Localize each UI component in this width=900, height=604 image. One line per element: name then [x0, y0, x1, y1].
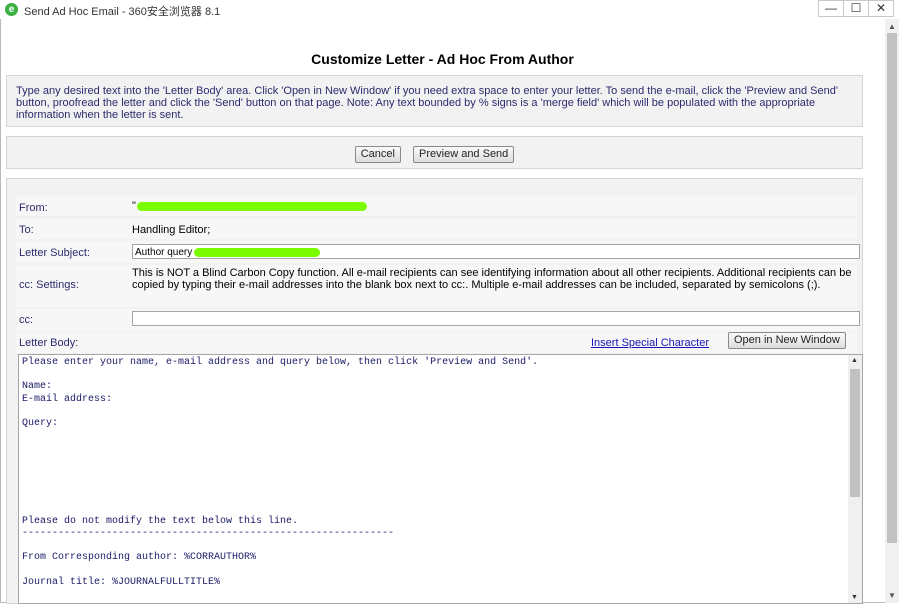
- cc-settings-text: This is NOT a Blind Carbon Copy function…: [132, 267, 852, 291]
- textarea-scroll-up-icon[interactable]: ▲: [851, 357, 858, 364]
- preview-and-send-button[interactable]: Preview and Send: [413, 146, 515, 163]
- from-label: From:: [19, 202, 48, 214]
- cc-settings-label: cc: Settings:: [19, 279, 79, 291]
- window-title: Send Ad Hoc Email - 360安全浏览器 8.1: [24, 6, 221, 18]
- letter-body-row: Letter Body: Insert Special Character Op…: [16, 332, 857, 353]
- instructions-text: Type any desired text into the 'Letter B…: [16, 85, 838, 121]
- minimize-button[interactable]: —: [818, 0, 844, 17]
- action-button-bar: Cancel Preview and Send: [6, 136, 863, 169]
- instructions-panel: Type any desired text into the 'Letter B…: [6, 75, 863, 127]
- subject-input-value: Author query: [135, 247, 193, 258]
- close-button[interactable]: ✕: [868, 0, 894, 17]
- cc-label: cc:: [19, 314, 34, 326]
- to-value: Handling Editor;: [132, 224, 211, 236]
- to-label: To:: [19, 224, 34, 236]
- from-row: From: ": [16, 196, 857, 216]
- subject-redaction-mark: [194, 248, 320, 257]
- page-scrollbar-thumb[interactable]: [887, 33, 897, 543]
- cc-settings-row: cc: Settings: This is NOT a Blind Carbon…: [16, 265, 857, 307]
- cancel-button[interactable]: Cancel: [354, 146, 401, 163]
- textarea-scroll-down-icon[interactable]: ▼: [851, 594, 858, 601]
- window-titlebar: e Send Ad Hoc Email - 360安全浏览器 8.1 — ☐ ✕: [0, 0, 900, 20]
- to-row: To: Handling Editor;: [16, 219, 857, 239]
- subject-label: Letter Subject:: [19, 247, 90, 259]
- subject-row: Letter Subject: Author query: [16, 241, 860, 263]
- scroll-down-arrow-icon[interactable]: ▼: [888, 591, 896, 600]
- letter-form-panel: From: " To: Handling Editor; Letter Subj…: [6, 178, 863, 604]
- insert-special-character-link[interactable]: Insert Special Character: [591, 337, 709, 349]
- open-in-new-window-button[interactable]: Open in New Window: [728, 332, 846, 349]
- cc-input[interactable]: [132, 311, 860, 326]
- browser-logo-icon: e: [5, 3, 18, 16]
- scroll-up-arrow-icon[interactable]: ▲: [888, 22, 896, 31]
- page-scrollbar[interactable]: ▲ ▼: [885, 19, 899, 603]
- from-value: ": [132, 200, 136, 212]
- cc-row: cc:: [16, 309, 860, 331]
- letter-body-scrollbar-thumb[interactable]: [850, 369, 860, 497]
- page-title: Customize Letter - Ad Hoc From Author: [311, 51, 574, 67]
- from-redaction-mark: [137, 202, 367, 211]
- letter-body-text: Please enter your name, e-mail address a…: [22, 357, 539, 588]
- letter-body-label: Letter Body:: [19, 337, 79, 349]
- letter-body-scrollbar[interactable]: ▲ ▼: [848, 355, 862, 603]
- maximize-button[interactable]: ☐: [843, 0, 869, 17]
- letter-body-textarea[interactable]: Please enter your name, e-mail address a…: [18, 354, 863, 604]
